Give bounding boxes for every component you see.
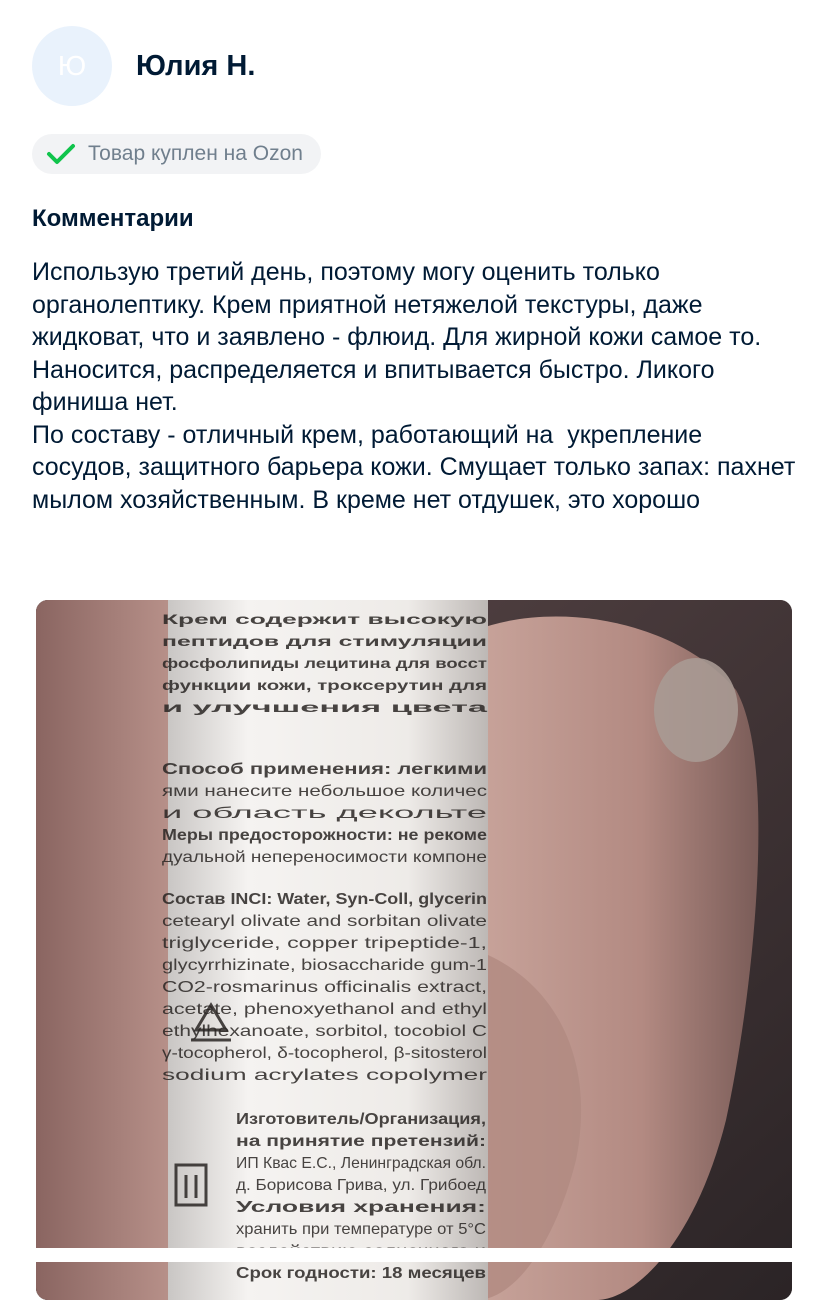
comments-title: Комментарии bbox=[32, 205, 194, 232]
label-line: Крем содержит высокую bbox=[162, 611, 487, 627]
label-line: Изготовитель/Организация, bbox=[236, 1111, 486, 1128]
label-line: и область декольте bbox=[162, 805, 487, 822]
label-line: γ-tocopherol, δ-tocopherol, β-sitosterol bbox=[162, 1045, 487, 1062]
checkmark-icon bbox=[46, 142, 76, 166]
bottom-divider bbox=[0, 1248, 828, 1262]
label-line: Способ применения: легкими bbox=[162, 761, 487, 778]
label-line: Меры предосторожности: не рекоме bbox=[162, 827, 487, 844]
label-line: sodium acrylates copolymer bbox=[162, 1067, 488, 1084]
label-line: ИП Квас Е.С., Ленинградская обл. bbox=[236, 1155, 486, 1172]
label-line: glycyrrhizinate, biosaccharide gum-1 bbox=[162, 957, 487, 974]
label-line: дуальной непереносимости компоне bbox=[162, 849, 487, 866]
review-photo[interactable]: Крем содержит высокую пептидов для стимул… bbox=[36, 600, 792, 1300]
label-line: triglyceride, copper tripeptide-1, bbox=[162, 935, 487, 952]
label-line: и улучшения цвета bbox=[162, 699, 488, 715]
review-header: Ю Юлия Н. bbox=[32, 26, 255, 106]
label-line: фосфолипиды лецитина для восст bbox=[162, 655, 487, 671]
label-line: на принятие претензий: bbox=[236, 1133, 486, 1150]
label-line: CO2-rosmarinus officinalis extract, bbox=[162, 979, 487, 996]
author-name: Юлия Н. bbox=[136, 49, 256, 82]
label-line: ями нанесите небольшое количес bbox=[162, 783, 487, 800]
avatar: Ю bbox=[32, 26, 112, 106]
label-line: cetearyl olivate and sorbitan olivate bbox=[162, 913, 487, 930]
label-line: хранить при температуре от 5°C bbox=[236, 1221, 486, 1238]
verified-purchase-text: Товар куплен на Ozon bbox=[88, 142, 303, 165]
label-line: Состав INCI: Water, Syn-Coll, glycerin bbox=[162, 891, 487, 908]
label-line: функции кожи, троксерутин для bbox=[162, 677, 487, 693]
label-line: пептидов для стимуляции bbox=[162, 633, 487, 649]
review-comment: Использую третий день, поэтому могу оцен… bbox=[32, 258, 796, 514]
verified-purchase-badge: Товар куплен на Ozon bbox=[32, 134, 321, 174]
label-line: Условия хранения: bbox=[236, 1199, 486, 1216]
label-line: д. Борисова Грива, ул. Грибоед bbox=[236, 1177, 487, 1194]
label-line: Срок годности: 18 месяцев bbox=[236, 1265, 486, 1282]
